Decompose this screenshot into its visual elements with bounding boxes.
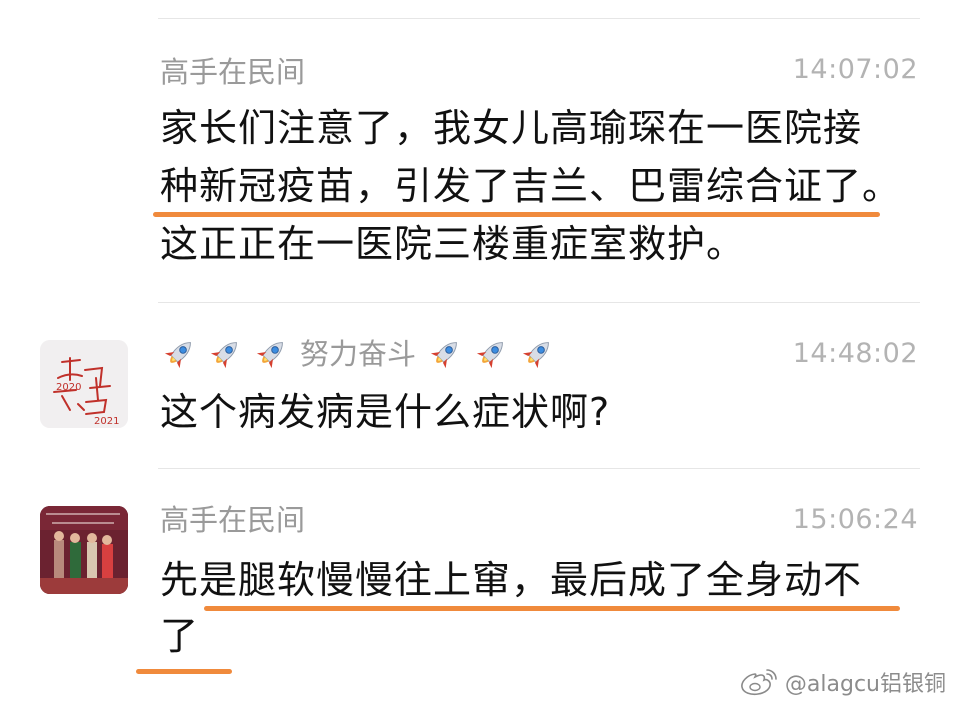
weibo-icon <box>741 669 777 696</box>
message-line: 家长们注意了，我女儿高瑜琛在一医院接 <box>160 106 863 150</box>
rocket-icon <box>426 335 464 373</box>
rocket-icon <box>252 335 290 373</box>
highlight-underline <box>204 606 900 611</box>
avatar-image: 2020 2021 <box>40 340 128 428</box>
sender-nickname: 努力奋斗 <box>300 337 417 371</box>
rocket-icon <box>518 335 556 373</box>
rocket-icon <box>472 335 510 373</box>
watermark-text: @alagcu铝银铜 <box>784 672 946 697</box>
watermark: @alagcu铝银铜 <box>739 666 946 698</box>
highlight-underline <box>153 212 880 217</box>
sender-name[interactable]: 高手在民间 <box>160 52 305 92</box>
message-timestamp: 14:48:02 <box>792 338 918 369</box>
rocket-icon <box>160 335 198 373</box>
rocket-icon <box>206 335 244 373</box>
sender-name[interactable]: 高手在民间 <box>160 500 305 540</box>
avatar[interactable]: 2020 2021 <box>40 340 128 428</box>
avatar-image <box>40 506 128 594</box>
message-divider <box>158 302 920 303</box>
avatar[interactable] <box>40 506 128 594</box>
highlight-underline <box>136 669 232 674</box>
avatar-year-text: 2020 <box>56 382 81 393</box>
message-line: 了 <box>160 614 200 658</box>
sender-name[interactable]: 努力奋斗 <box>160 334 564 374</box>
message-line: 这正正在一医院三楼重症室救护。 <box>160 222 746 266</box>
message-timestamp: 14:07:02 <box>792 54 918 85</box>
message-line: 先是腿软慢慢往上窜，最后成了全身动不 <box>160 558 863 602</box>
message-divider <box>158 468 920 469</box>
message-timestamp: 15:06:24 <box>792 504 918 535</box>
message-line: 种新冠疫苗，引发了吉兰、巴雷综合证了。 <box>160 164 902 208</box>
top-divider <box>158 18 920 19</box>
message-line: 这个病发病是什么症状啊? <box>160 390 611 434</box>
avatar-year-text: 2021 <box>94 416 119 427</box>
